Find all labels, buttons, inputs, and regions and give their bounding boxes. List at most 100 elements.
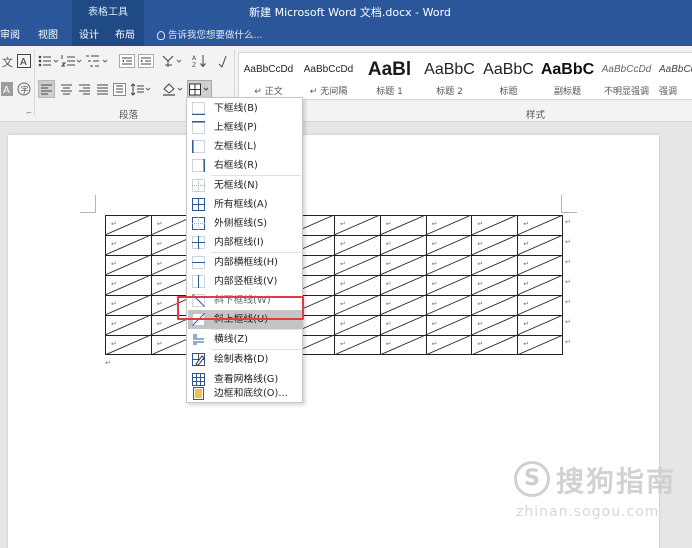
menu-item-label: 上框线(P) — [214, 122, 257, 133]
table-cell-mark: ↵ — [111, 320, 117, 328]
table-cell-mark: ↵ — [340, 220, 346, 228]
paragraph-group-label: 段落 — [119, 110, 139, 121]
enclose-characters-button[interactable]: 字 — [16, 80, 32, 98]
menu-item-horizontal-line[interactable]: 横线(Z) — [188, 330, 302, 349]
table-cell-mark: ↵ — [523, 220, 530, 228]
svg-text:A: A — [192, 55, 197, 62]
tab-layout[interactable]: 布局 — [108, 26, 144, 46]
decrease-indent-button[interactable] — [119, 52, 135, 70]
align-right-icon — [78, 84, 90, 95]
chinese-layout-button[interactable] — [161, 52, 185, 70]
menu-item-label: 所有框线(A) — [214, 199, 268, 210]
ribbon: 文 A A 字 AZ 段落 ⌐ AaBbCcDd ↵ 正文 AaBbCcDd ↵… — [0, 46, 692, 122]
font-dialog-launcher-icon[interactable]: ⌐ — [26, 109, 32, 117]
bullets-button[interactable] — [38, 52, 60, 70]
styles-group-label: 样式 — [526, 110, 546, 121]
styles-gallery[interactable]: AaBbCcDd ↵ 正文 AaBbCcDd ↵ 无间隔 AaBl 标题 1 A… — [238, 52, 692, 100]
table-cell-mark: ↵ — [156, 320, 163, 328]
table-cell-mark: ↵ — [156, 260, 163, 268]
shading-button[interactable] — [160, 80, 186, 98]
menu-item-label: 外侧框线(S) — [214, 218, 268, 229]
phonetic-guide-button[interactable]: 文 — [0, 52, 14, 70]
table-cell-mark: ↵ — [477, 280, 484, 288]
sogou-logo-icon: S — [514, 461, 550, 497]
menu-item-all-borders[interactable]: 所有框线(A) — [188, 195, 302, 214]
table-row-end-mark: ↵ — [565, 298, 571, 306]
character-border-button[interactable]: A — [16, 52, 32, 70]
menu-item-draw-table[interactable]: 绘制表格(D) — [188, 350, 302, 369]
style-title[interactable]: AaBbC 标题 — [479, 53, 538, 99]
show-hide-marks-button[interactable] — [215, 52, 231, 70]
style-heading-1[interactable]: AaBl 标题 1 — [360, 53, 419, 99]
menu-item-borders-and-shading[interactable]: 边框和底纹(O)... — [188, 383, 302, 404]
menu-item-inside-vertical-border[interactable]: 内部竖框线(V) — [188, 272, 302, 291]
tab-review[interactable]: 审阅 — [0, 26, 24, 46]
menu-item-top-border[interactable]: 上框线(P) — [188, 118, 302, 137]
align-left-icon — [41, 84, 52, 95]
table-cell-mark: ↵ — [431, 220, 438, 228]
line-spacing-button[interactable] — [131, 80, 153, 98]
sort-button[interactable]: AZ — [192, 52, 208, 70]
left-border-icon — [192, 140, 205, 153]
table-row-end-mark: ↵ — [565, 278, 571, 286]
style-no-spacing[interactable]: AaBbCcDd ↵ 无间隔 — [299, 53, 358, 99]
chinese-layout-icon — [162, 55, 182, 67]
style-heading-2[interactable]: AaBbC 标题 2 — [420, 53, 479, 99]
style-normal[interactable]: AaBbCcDd ↵ 正文 — [239, 53, 298, 99]
distributed-button[interactable] — [112, 80, 126, 98]
style-name: 标题 2 — [436, 87, 463, 97]
menu-item-bottom-border[interactable]: 下框线(B) — [188, 99, 302, 118]
bullets-icon — [38, 55, 59, 67]
table-cell-mark: ↵ — [156, 220, 163, 228]
multilevel-list-button[interactable] — [85, 52, 109, 70]
increase-indent-button[interactable] — [138, 52, 154, 70]
table-cell-mark: ↵ — [385, 240, 392, 248]
menu-item-label: 绘制表格(D) — [214, 354, 269, 365]
style-sample: AaBbC — [483, 61, 534, 78]
table-cell-mark: ↵ — [477, 320, 484, 328]
table-cell-mark: ↵ — [156, 280, 163, 288]
character-shading-icon: A — [1, 82, 13, 96]
paragraph-mark-icon — [218, 55, 227, 68]
menu-item-no-border[interactable]: 无框线(N) — [188, 176, 302, 195]
style-subtitle[interactable]: AaBbC 副标题 — [538, 53, 597, 99]
align-center-button[interactable] — [58, 80, 74, 98]
justify-button[interactable] — [94, 80, 110, 98]
menu-item-right-border[interactable]: 右框线(R) — [188, 156, 302, 175]
table-cell-mark: ↵ — [523, 280, 530, 288]
tab-design[interactable]: 设计 — [72, 26, 108, 46]
menu-item-label: 内部框线(I) — [214, 237, 264, 248]
style-subtle-emphasis[interactable]: AaBbCcDd 不明显强调 — [597, 53, 656, 99]
table-cell-mark: ↵ — [111, 260, 117, 268]
draw-table-icon — [192, 353, 205, 366]
numbering-button[interactable] — [61, 52, 83, 70]
borders-and-shading-icon — [193, 387, 204, 400]
menu-item-label: 右框线(R) — [214, 160, 258, 171]
style-emphasis[interactable]: AaBbCcDd 强调 — [656, 53, 692, 99]
table-cell-mark: ↵ — [340, 340, 346, 348]
margin-mark — [561, 212, 577, 213]
table-tools-context-label: 表格工具 — [72, 0, 144, 26]
menu-item-outside-borders[interactable]: 外侧框线(S) — [188, 214, 302, 233]
character-shading-button[interactable]: A — [0, 80, 14, 98]
style-name: ↵ 无间隔 — [309, 87, 348, 97]
no-border-icon — [192, 179, 205, 192]
menu-item-inside-borders[interactable]: 内部框线(I) — [188, 233, 302, 252]
borders-button[interactable] — [187, 80, 212, 98]
table-cell-mark: ↵ — [340, 280, 346, 288]
tell-me-box[interactable]: 告诉我您想要做什么... — [157, 26, 263, 46]
table-cell-mark: ↵ — [431, 280, 438, 288]
tell-me-placeholder: 告诉我您想要做什么... — [168, 30, 263, 41]
align-right-button[interactable] — [76, 80, 92, 98]
table-row-end-mark: ↵ — [565, 258, 571, 266]
menu-item-inside-horizontal-border[interactable]: 内部横框线(H) — [188, 253, 302, 272]
menu-item-left-border[interactable]: 左框线(L) — [188, 137, 302, 156]
tab-view[interactable]: 视图 — [38, 26, 64, 46]
menu-item-label: 下框线(B) — [214, 103, 258, 114]
style-name: 不明显强调 — [603, 87, 649, 97]
character-border-icon: A — [17, 54, 31, 68]
bottom-border-icon — [192, 102, 205, 115]
word-table[interactable] — [105, 215, 563, 355]
table-cell-mark: ↵ — [523, 300, 530, 308]
align-left-button[interactable] — [38, 80, 55, 98]
